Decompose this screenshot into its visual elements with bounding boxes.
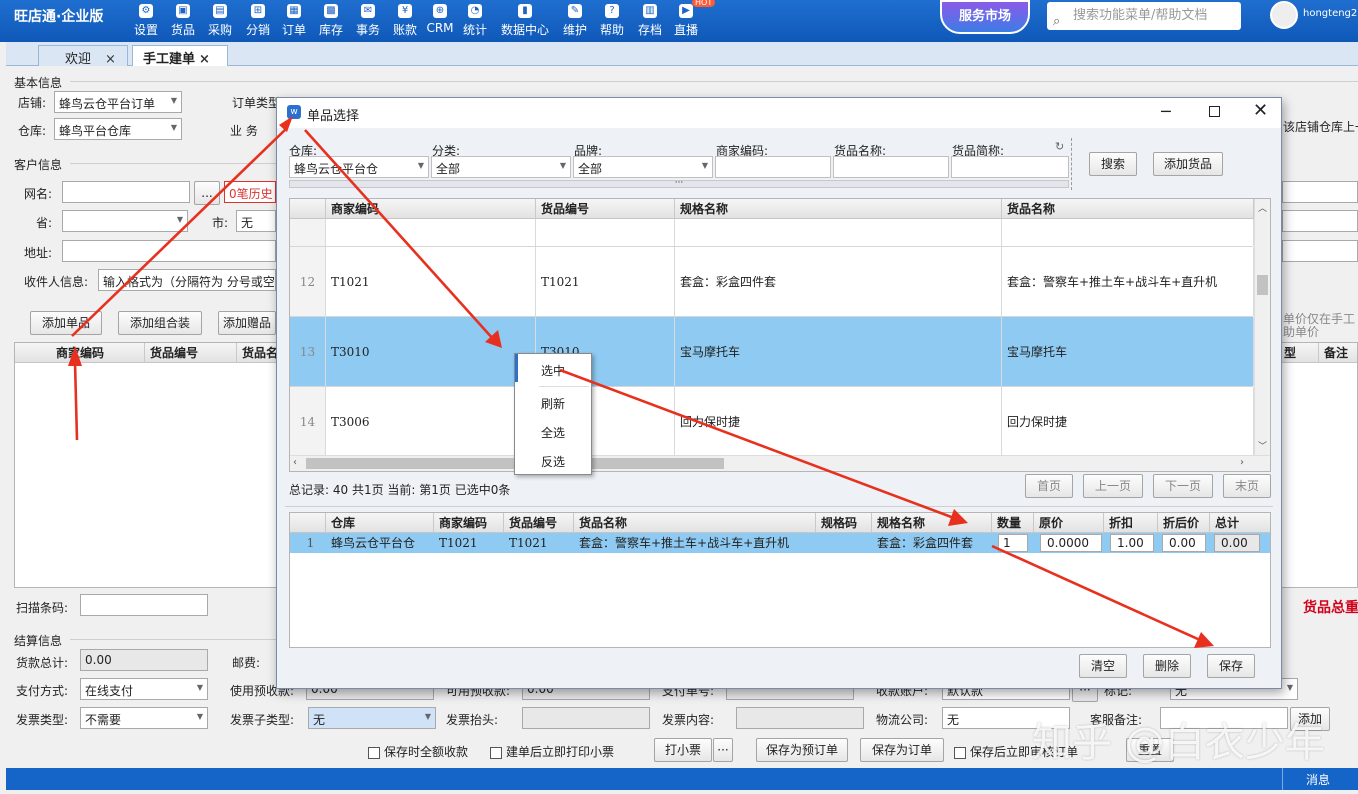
arrow-to-selected [559, 368, 955, 520]
arrow-head [68, 346, 82, 366]
watermark: 知乎 @白衣少年 [1032, 720, 1325, 766]
annotation-arrows [68, 116, 1214, 648]
arrow-head [279, 116, 293, 132]
arrow-up [73, 361, 79, 441]
arrow-to-dialog [71, 127, 288, 337]
arrow-to-row [304, 129, 495, 341]
arrow-head [948, 509, 968, 526]
arrow-to-save [991, 544, 1201, 642]
